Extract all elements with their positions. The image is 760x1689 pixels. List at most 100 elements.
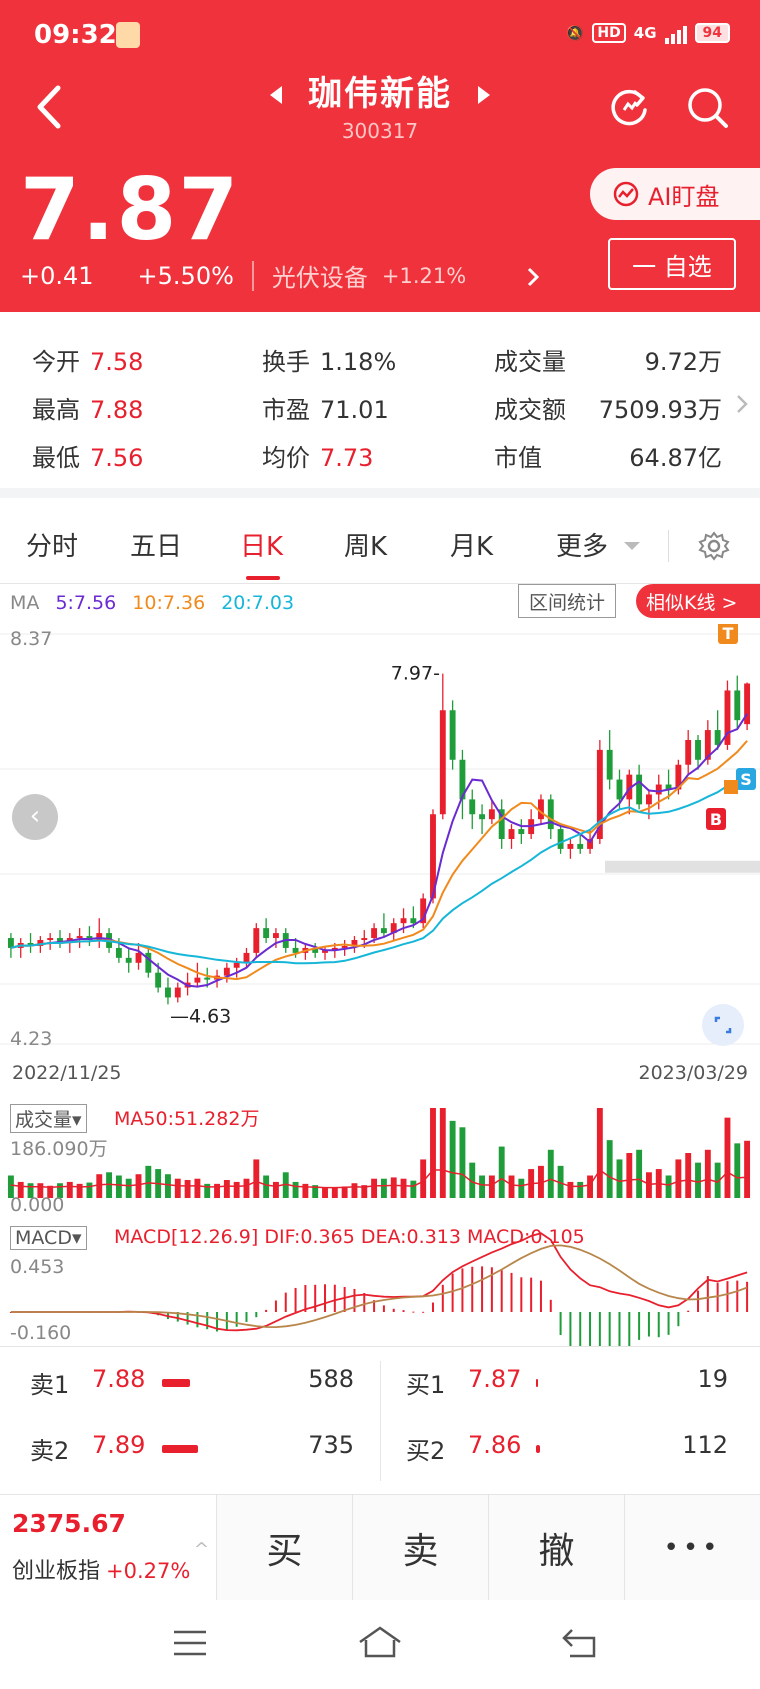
volume-bar [616, 1159, 623, 1198]
back-icon[interactable] [560, 1626, 600, 1660]
ask-row-1: 卖1 7.88 588 [30, 1365, 354, 1399]
volume-bar [675, 1159, 682, 1198]
stat-turnover: 换手 1.18% [262, 348, 397, 376]
ai-watch-button[interactable]: AI盯盘 [590, 168, 760, 220]
volume-bar [66, 1181, 73, 1198]
candle-body [655, 784, 662, 795]
volume-bar [115, 1175, 122, 1198]
kline-chart[interactable]: MA 5:7.56 10:7.36 20:7.03 区间统计 相似K线 > 7.… [0, 584, 760, 1346]
volume-bar [626, 1153, 633, 1198]
volume-bar [587, 1175, 593, 1198]
next-stock-arrow-icon[interactable] [478, 86, 490, 104]
volume-bar [162, 1445, 198, 1453]
similar-kline-button[interactable]: 相似K线 > [636, 584, 760, 618]
more-button[interactable]: ••• [624, 1495, 760, 1601]
macd-bar [343, 1286, 346, 1312]
candle-body [488, 809, 495, 820]
status-bar: 09:32 🔕 HD 4G 94 [0, 0, 760, 72]
stat-volume: 成交量 9.72万 [494, 348, 722, 376]
candle-body [567, 843, 574, 849]
volume-bar [223, 1180, 230, 1198]
marker-small [724, 780, 738, 794]
candle-body [233, 962, 240, 968]
volume-bar [596, 1108, 603, 1198]
volume-bar [645, 1172, 652, 1198]
tab-five-day[interactable]: 五日 [130, 526, 182, 563]
macd-max-label: 0.453 [10, 1256, 65, 1278]
trough-label: —4.63 [170, 1005, 231, 1027]
fullscreen-button[interactable] [702, 1004, 744, 1046]
volume-bar [518, 1178, 525, 1198]
macd-bar [235, 1312, 238, 1327]
tab-more[interactable]: 更多 [556, 526, 608, 563]
volume-bar [194, 1178, 201, 1198]
buy-button[interactable]: 买 [216, 1495, 352, 1601]
macd-bar [520, 1277, 523, 1312]
fullscreen-icon [714, 1016, 732, 1034]
volume-bar [162, 1379, 190, 1387]
candle-body [469, 799, 476, 815]
macd-bar [559, 1312, 562, 1335]
search-icon[interactable] [686, 86, 730, 130]
candle-body [400, 918, 407, 924]
macd-bar [697, 1290, 700, 1312]
stat-open: 今开 7.58 [32, 348, 144, 376]
scroll-left-button[interactable]: ‹ [12, 794, 58, 840]
tab-intraday[interactable]: 分时 [26, 526, 78, 563]
volume-bar [685, 1153, 692, 1198]
volume-bar [547, 1149, 554, 1198]
volume-indicator-select[interactable]: 成交量▾ [10, 1104, 87, 1133]
stat-pe: 市盈 71.01 [262, 396, 389, 424]
volume-bar [704, 1149, 711, 1198]
index-ticker[interactable]: 2375.67 创业板指 +0.27% ^ [0, 1495, 216, 1601]
volume-bar [263, 1175, 270, 1198]
sector-name[interactable]: 光伏设备 [272, 258, 368, 293]
ma-legend: MA 5:7.56 10:7.36 20:7.03 [10, 592, 295, 614]
divider [668, 530, 669, 562]
refresh-icon[interactable] [608, 86, 650, 128]
volume-bar [695, 1162, 701, 1198]
volume-bar [498, 1146, 505, 1198]
volume-bar [430, 1108, 436, 1198]
candle-body [508, 829, 515, 839]
chevron-right-icon[interactable] [526, 266, 540, 288]
sell-button[interactable]: 卖 [352, 1495, 488, 1601]
quote-stats: 今开 7.58 最高 7.88 最低 7.56 换手 1.18% 市盈 71.01 均价 7… [0, 312, 760, 498]
candlestick-plot[interactable]: 7.97- —4.63 T S B [0, 624, 760, 1054]
remove-watchlist-button[interactable]: 一 自选 [608, 238, 736, 290]
ai-chart-icon [613, 181, 639, 207]
y-min-label: 4.23 [10, 1028, 53, 1050]
tab-daily-k[interactable]: 日K [240, 526, 283, 563]
candle-body [125, 957, 132, 963]
ma10-value: 10:7.36 [132, 592, 206, 614]
index-value: 2375.67 [12, 1509, 126, 1538]
volume-bar [744, 1140, 751, 1198]
candle-body [194, 977, 201, 983]
macd-bar [274, 1300, 277, 1312]
bid-row-2: 买2 7.86 112 [406, 1431, 728, 1465]
home-icon[interactable] [356, 1624, 404, 1660]
macd-bar [441, 1284, 444, 1312]
macd-bar [294, 1287, 297, 1312]
volume-bar [439, 1108, 446, 1198]
macd-indicator-select[interactable]: MACD▾ [10, 1226, 87, 1250]
tab-monthly-k[interactable]: 月K [450, 526, 493, 563]
status-icons: 🔕 HD 4G 94 [566, 22, 730, 44]
range-stats-button[interactable]: 区间统计 [518, 584, 617, 618]
tab-weekly-k[interactable]: 周K [344, 526, 387, 563]
macd-bar [333, 1284, 336, 1312]
candle-body [606, 749, 613, 780]
ask-row-2: 卖2 7.89 735 [30, 1431, 354, 1465]
active-tab-indicator [246, 576, 280, 580]
menu-icon[interactable] [172, 1628, 208, 1658]
macd-bar [363, 1292, 366, 1312]
stats-expand-chevron-icon[interactable] [736, 394, 748, 414]
macd-bar [314, 1284, 317, 1312]
gear-icon[interactable] [698, 530, 730, 562]
cancel-order-button[interactable]: 撤 [488, 1495, 624, 1601]
volume-bar [606, 1140, 613, 1198]
volume-bar [292, 1181, 299, 1198]
candle-body [76, 936, 83, 939]
macd-bar [304, 1284, 307, 1312]
more-caret-icon [624, 542, 640, 550]
